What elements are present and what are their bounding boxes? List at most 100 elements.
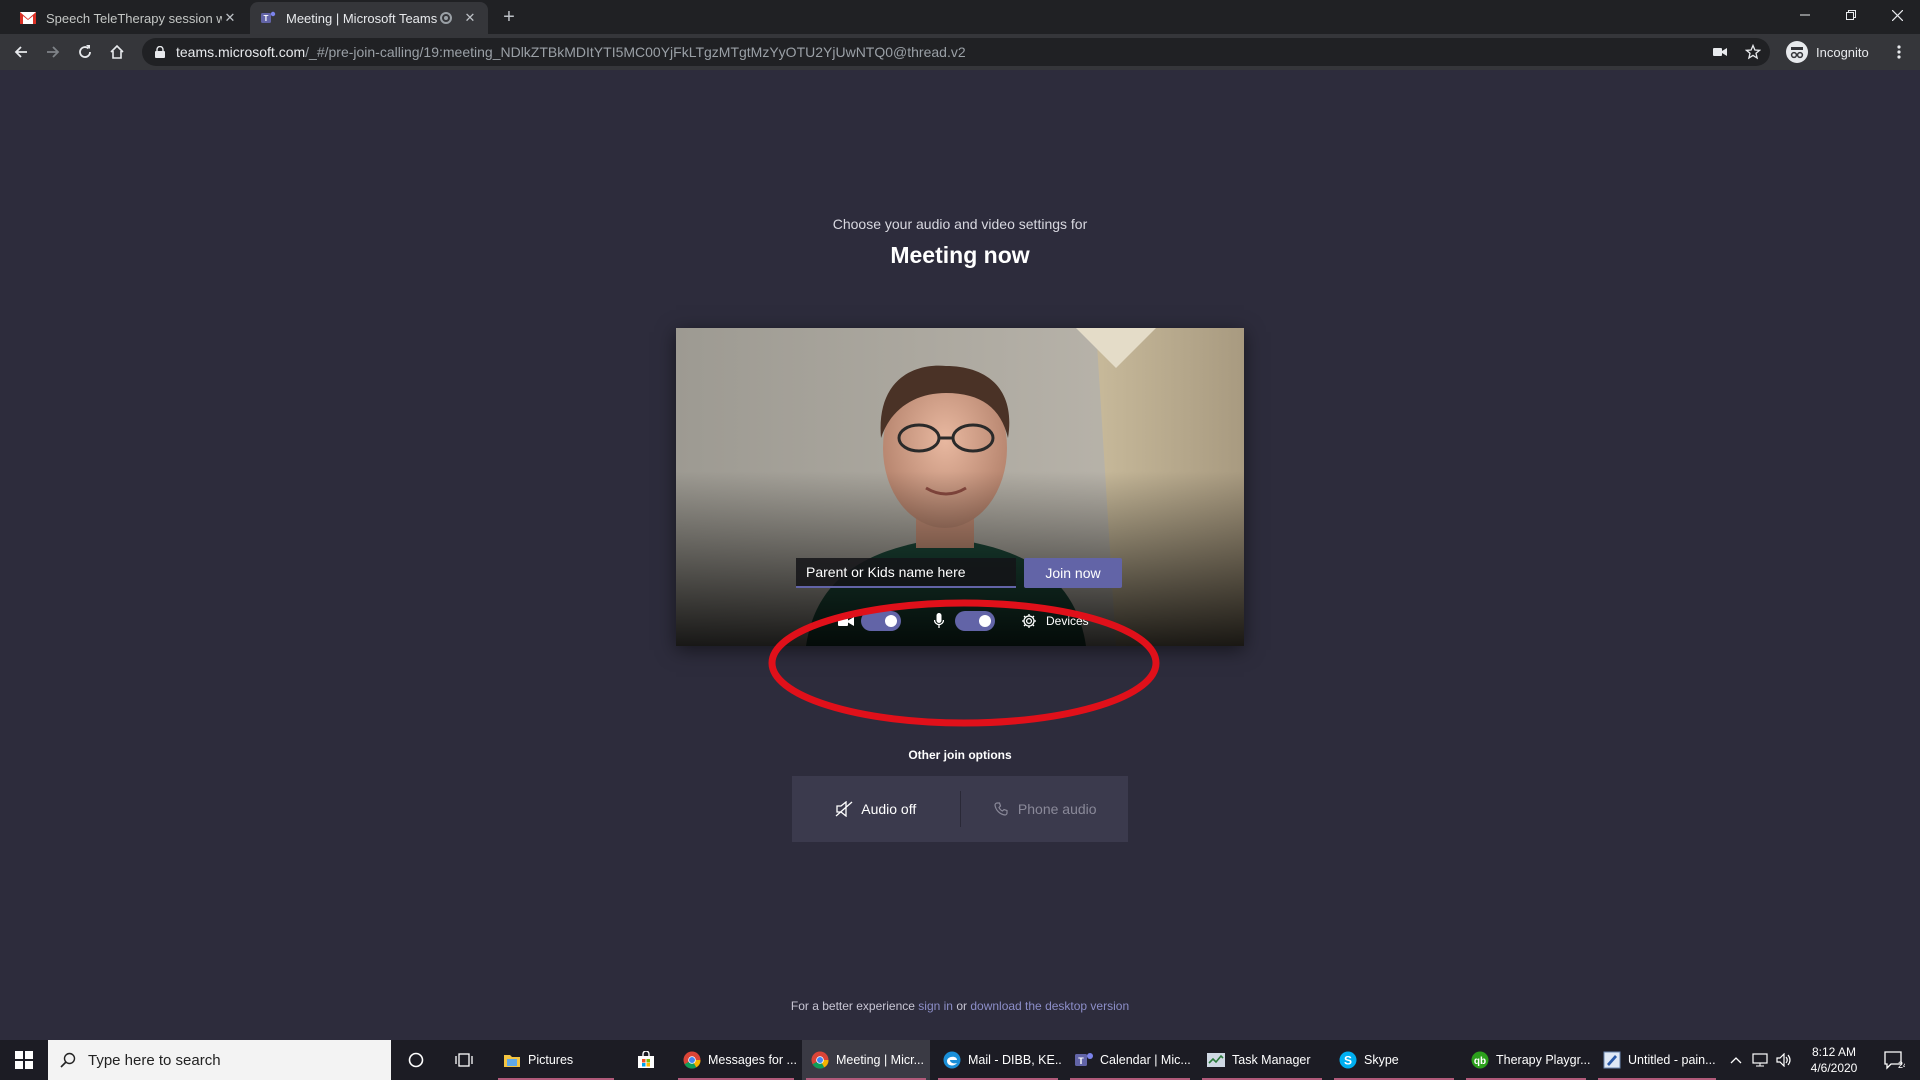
taskbar-search-box[interactable] bbox=[48, 1040, 391, 1080]
taskbar-app-therapy[interactable]: qb Therapy Playgr... bbox=[1462, 1040, 1590, 1080]
speaker-off-icon bbox=[835, 800, 853, 818]
reload-button[interactable] bbox=[72, 39, 98, 65]
teams-prejoin-page: Choose your audio and video settings for… bbox=[0, 70, 1920, 1040]
app-label: Therapy Playgr... bbox=[1496, 1053, 1590, 1067]
phone-audio-label: Phone audio bbox=[1017, 801, 1097, 817]
app-label: Untitled - pain... bbox=[1628, 1053, 1716, 1067]
skype-icon: S bbox=[1338, 1050, 1358, 1070]
cortana-button[interactable] bbox=[392, 1040, 440, 1080]
tab-gmail[interactable]: Speech TeleTherapy session with ✕ bbox=[10, 2, 248, 34]
download-desktop-link[interactable]: download the desktop version bbox=[970, 999, 1129, 1013]
taskbar-app-mail[interactable]: Mail - DIBB, KE... bbox=[934, 1040, 1062, 1080]
taskbar-app-paint[interactable]: Untitled - pain... bbox=[1594, 1040, 1720, 1080]
close-window-button[interactable] bbox=[1874, 0, 1920, 30]
other-join-options-label: Other join options bbox=[908, 748, 1012, 762]
svg-text:qb: qb bbox=[1474, 1056, 1486, 1067]
minimize-icon bbox=[1800, 14, 1810, 16]
tab-title: Speech TeleTherapy session with bbox=[46, 10, 222, 26]
display-name-input[interactable] bbox=[796, 558, 1016, 588]
action-center-button[interactable]: 24 bbox=[1876, 1040, 1912, 1080]
app-label: Meeting | Micr... bbox=[836, 1053, 924, 1067]
network-icon[interactable] bbox=[1748, 1053, 1772, 1067]
taskbar-app-meeting[interactable]: Meeting | Micr... bbox=[802, 1040, 930, 1080]
home-button[interactable] bbox=[104, 39, 130, 65]
meeting-title: Meeting now bbox=[890, 242, 1030, 268]
tab-teams-meeting[interactable]: T Meeting | Microsoft Teams ✕ bbox=[250, 2, 488, 34]
edge-icon bbox=[942, 1050, 962, 1070]
address-bar[interactable]: teams.microsoft.com/_#/pre-join-calling/… bbox=[142, 38, 1770, 66]
app-label: Mail - DIBB, KE... bbox=[968, 1053, 1062, 1067]
sign-in-link[interactable]: sign in bbox=[918, 999, 953, 1013]
browser-tab-strip: Speech TeleTherapy session with ✕ T Meet… bbox=[0, 0, 1920, 34]
footer-text: For a better experience sign in or downl… bbox=[0, 999, 1920, 1013]
folder-icon bbox=[502, 1050, 522, 1070]
start-button[interactable] bbox=[0, 1040, 48, 1080]
join-now-button[interactable]: Join now bbox=[1024, 558, 1122, 588]
browser-toolbar: teams.microsoft.com/_#/pre-join-calling/… bbox=[0, 34, 1920, 70]
taskbar-app-task-manager[interactable]: Task Manager bbox=[1198, 1040, 1326, 1080]
incognito-label: Incognito bbox=[1816, 44, 1869, 60]
browser-menu-button[interactable] bbox=[1886, 39, 1912, 65]
windows-taskbar: Pictures Messages for ... Meeting | Micr… bbox=[0, 1040, 1920, 1080]
clock-time: 8:12 AM bbox=[1811, 1045, 1857, 1059]
volume-icon[interactable] bbox=[1772, 1053, 1796, 1067]
taskbar-app-messages[interactable]: Messages for ... bbox=[674, 1040, 798, 1080]
arrow-right-icon bbox=[47, 46, 60, 58]
minimize-button[interactable] bbox=[1782, 0, 1828, 30]
lock-icon bbox=[152, 44, 168, 60]
url-host: teams.microsoft.com bbox=[176, 44, 306, 60]
taskbar-search-input[interactable] bbox=[88, 1051, 368, 1069]
restore-button[interactable] bbox=[1828, 0, 1874, 30]
search-icon bbox=[60, 1052, 76, 1068]
new-tab-button[interactable]: + bbox=[496, 6, 522, 28]
taskbar-clock[interactable]: 8:12 AM 4/6/2020 bbox=[1800, 1044, 1868, 1076]
back-button[interactable] bbox=[8, 39, 34, 65]
task-manager-icon bbox=[1206, 1050, 1226, 1070]
close-icon bbox=[1891, 9, 1903, 21]
red-annotation-ellipse bbox=[768, 599, 1160, 727]
paint-icon bbox=[1602, 1050, 1622, 1070]
task-view-button[interactable] bbox=[440, 1040, 488, 1080]
close-tab-icon[interactable]: ✕ bbox=[462, 10, 478, 26]
close-tab-icon[interactable]: ✕ bbox=[222, 10, 238, 26]
taskbar-app-calendar[interactable]: T Calendar | Mic... bbox=[1066, 1040, 1194, 1080]
arrow-left-icon bbox=[14, 46, 27, 58]
task-view-icon bbox=[455, 1053, 473, 1067]
forward-button[interactable] bbox=[40, 39, 66, 65]
notification-icon: 24 bbox=[1884, 1051, 1905, 1070]
svg-text:T: T bbox=[1078, 1056, 1084, 1066]
teams-icon: T bbox=[1074, 1050, 1094, 1070]
audio-off-button[interactable]: Audio off bbox=[792, 776, 960, 842]
restore-icon bbox=[1846, 10, 1856, 20]
app-label: Pictures bbox=[528, 1053, 574, 1067]
quickbooks-icon: qb bbox=[1470, 1050, 1490, 1070]
svg-text:T: T bbox=[264, 14, 269, 23]
teams-icon: T bbox=[260, 10, 276, 26]
more-vertical-icon bbox=[1897, 45, 1901, 59]
phone-audio-button[interactable]: Phone audio bbox=[961, 776, 1129, 842]
taskbar-app-skype[interactable]: S Skype bbox=[1330, 1040, 1458, 1080]
incognito-icon bbox=[1786, 41, 1808, 63]
chrome-icon bbox=[682, 1050, 702, 1070]
incognito-profile-button[interactable]: Incognito bbox=[1786, 38, 1869, 66]
other-join-options: Audio off Phone audio bbox=[792, 776, 1128, 842]
reload-icon bbox=[79, 45, 91, 58]
taskbar-app-pictures[interactable]: Pictures bbox=[494, 1040, 618, 1080]
phone-icon bbox=[992, 800, 1010, 818]
bookmark-star-icon[interactable] bbox=[1736, 44, 1770, 60]
store-icon bbox=[638, 1051, 654, 1068]
home-icon bbox=[110, 44, 124, 59]
system-tray bbox=[1724, 1040, 1796, 1080]
taskbar-store-button[interactable] bbox=[622, 1040, 670, 1080]
footer-or: or bbox=[956, 999, 967, 1013]
app-label: Skype bbox=[1364, 1053, 1399, 1067]
app-label: Task Manager bbox=[1232, 1053, 1311, 1067]
svg-text:S: S bbox=[1344, 1054, 1352, 1068]
chevron-up-icon[interactable] bbox=[1724, 1056, 1748, 1064]
notification-count: 24 bbox=[1898, 1060, 1905, 1070]
url-text: teams.microsoft.com/_#/pre-join-calling/… bbox=[176, 44, 966, 60]
app-label: Messages for ... bbox=[708, 1053, 797, 1067]
chrome-icon bbox=[810, 1050, 830, 1070]
audio-off-label: Audio off bbox=[861, 801, 917, 817]
camera-in-use-icon[interactable] bbox=[1704, 47, 1736, 57]
